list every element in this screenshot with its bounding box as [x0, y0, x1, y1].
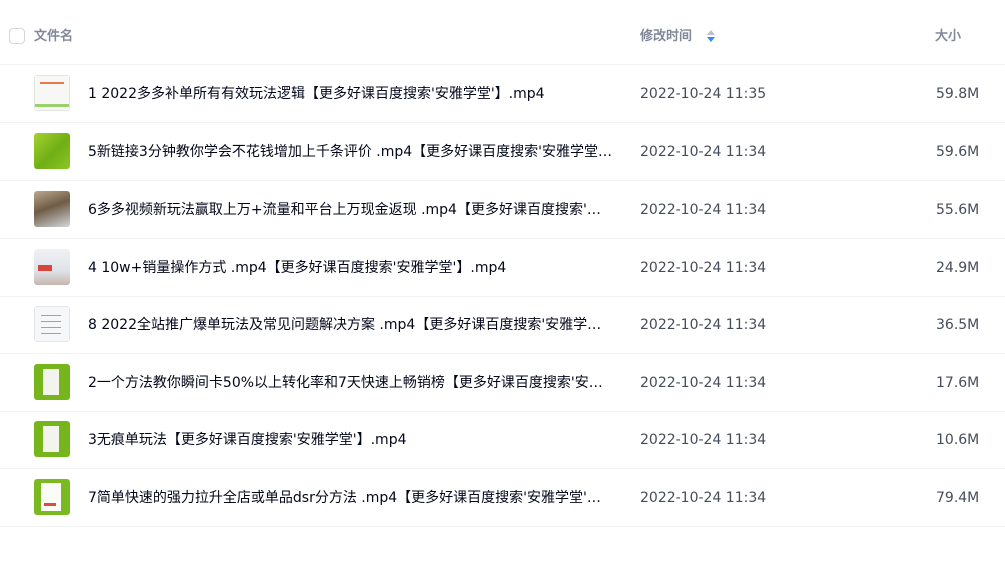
file-size: 10.6M: [936, 432, 980, 448]
video-thumbnail[interactable]: [34, 75, 70, 111]
video-thumbnail[interactable]: [34, 364, 70, 400]
file-size: 36.5M: [936, 317, 980, 333]
file-name[interactable]: 7简单快速的强力拉升全店或单品dsr分方法 .mp4【更多好课百度搜索'安雅学堂…: [88, 489, 612, 507]
video-thumbnail[interactable]: [34, 306, 70, 342]
column-header-size[interactable]: 大小: [935, 28, 961, 45]
file-size: 24.9M: [936, 260, 980, 276]
file-row[interactable]: 1 2022多多补单所有有效玩法逻辑【更多好课百度搜索'安雅学堂'】.mp4 2…: [0, 65, 1005, 123]
file-size: 55.6M: [936, 202, 980, 218]
file-name[interactable]: 4 10w+销量操作方式 .mp4【更多好课百度搜索'安雅学堂'】.mp4: [88, 259, 612, 277]
file-row[interactable]: 6多多视频新玩法赢取上万+流量和平台上万现金返现 .mp4【更多好课百度搜索'安…: [0, 181, 1005, 239]
file-name[interactable]: 2一个方法教你瞬间卡50%以上转化率和7天快速上畅销榜【更多好课百度搜索'安雅学…: [88, 374, 612, 392]
file-modified-time: 2022-10-24 11:34: [640, 202, 767, 218]
file-row[interactable]: 7简单快速的强力拉升全店或单品dsr分方法 .mp4【更多好课百度搜索'安雅学堂…: [0, 469, 1005, 527]
file-list: 文件名 修改时间 大小 1 2022多多补单所有有效玩法逻辑【更多好课百度搜索'…: [0, 0, 1005, 581]
file-size: 79.4M: [936, 490, 980, 506]
video-thumbnail[interactable]: [34, 191, 70, 227]
file-row[interactable]: 5新链接3分钟教你学会不花钱增加上千条评价 .mp4【更多好课百度搜索'安雅学堂…: [0, 123, 1005, 181]
file-modified-time: 2022-10-24 11:34: [640, 260, 767, 276]
video-thumbnail[interactable]: [34, 421, 70, 457]
file-modified-time: 2022-10-24 11:34: [640, 432, 767, 448]
file-modified-time: 2022-10-24 11:34: [640, 490, 767, 506]
file-modified-time: 2022-10-24 11:34: [640, 144, 767, 160]
file-name[interactable]: 6多多视频新玩法赢取上万+流量和平台上万现金返现 .mp4【更多好课百度搜索'安…: [88, 201, 612, 219]
file-name[interactable]: 5新链接3分钟教你学会不花钱增加上千条评价 .mp4【更多好课百度搜索'安雅学堂…: [88, 143, 612, 161]
video-thumbnail[interactable]: [34, 249, 70, 285]
file-size: 59.8M: [936, 86, 980, 102]
video-thumbnail[interactable]: [34, 133, 70, 169]
file-row[interactable]: 3无痕单玩法【更多好课百度搜索'安雅学堂'】.mp4 2022-10-24 11…: [0, 411, 1005, 469]
video-thumbnail[interactable]: [34, 479, 70, 515]
file-row[interactable]: 8 2022全站推广爆单玩法及常见问题解决方案 .mp4【更多好课百度搜索'安雅…: [0, 296, 1005, 354]
list-header: 文件名 修改时间 大小: [0, 0, 1005, 65]
column-header-time[interactable]: 修改时间: [640, 28, 692, 45]
file-row[interactable]: 4 10w+销量操作方式 .mp4【更多好课百度搜索'安雅学堂'】.mp4 20…: [0, 239, 1005, 297]
sort-updown-icon[interactable]: [706, 28, 716, 44]
file-size: 17.6M: [936, 375, 980, 391]
file-modified-time: 2022-10-24 11:34: [640, 317, 767, 333]
file-modified-time: 2022-10-24 11:34: [640, 375, 767, 391]
file-row[interactable]: 2一个方法教你瞬间卡50%以上转化率和7天快速上畅销榜【更多好课百度搜索'安雅学…: [0, 354, 1005, 412]
select-all-checkbox[interactable]: [9, 28, 25, 44]
file-size: 59.6M: [936, 144, 980, 160]
file-name[interactable]: 3无痕单玩法【更多好课百度搜索'安雅学堂'】.mp4: [88, 431, 612, 449]
file-modified-time: 2022-10-24 11:35: [640, 86, 767, 102]
file-name[interactable]: 8 2022全站推广爆单玩法及常见问题解决方案 .mp4【更多好课百度搜索'安雅…: [88, 316, 612, 334]
column-header-name[interactable]: 文件名: [34, 28, 73, 45]
file-name[interactable]: 1 2022多多补单所有有效玩法逻辑【更多好课百度搜索'安雅学堂'】.mp4: [88, 85, 612, 103]
